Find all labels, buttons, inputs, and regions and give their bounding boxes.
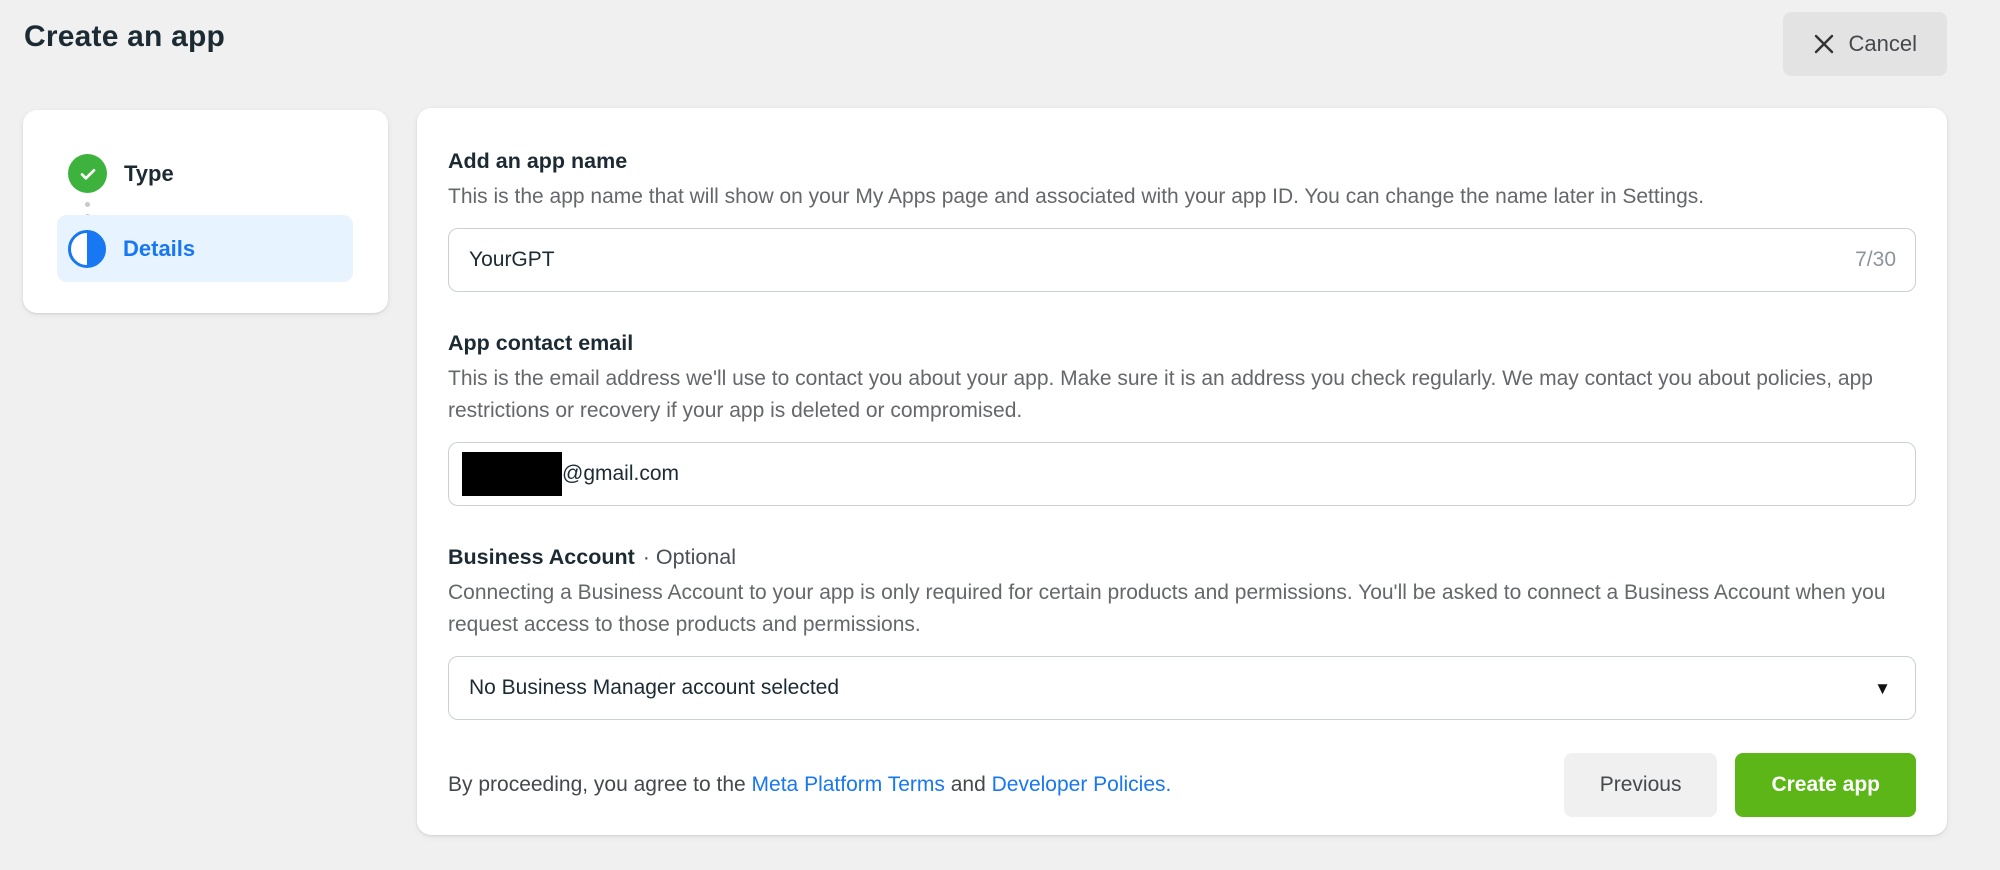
caret-down-icon: ▼ [1874, 678, 1891, 698]
half-filled-circle-icon [68, 229, 106, 268]
cancel-button-label: Cancel [1848, 31, 1917, 56]
app-name-description: This is the app name that will show on y… [448, 185, 1705, 208]
contact-email-description: This is the email address we'll use to c… [448, 367, 1873, 422]
app-name-label: Add an app name [448, 149, 628, 173]
details-form-card: Add an app name This is the app name tha… [417, 108, 1947, 835]
contact-email-domain: @gmail.com [562, 462, 680, 485]
redacted-email-local-part [462, 452, 562, 496]
step-type-label: Type [124, 160, 174, 186]
business-account-description: Connecting a Business Account to your ap… [448, 581, 1886, 636]
business-account-label: Business Account · Optional [448, 545, 736, 569]
contact-email-input[interactable]: @gmail.com [448, 442, 1916, 506]
developer-policies-link[interactable]: Developer Policies. [992, 773, 1172, 796]
step-details-label: Details [123, 235, 196, 261]
contact-email-label: App contact email [448, 331, 634, 355]
stepper-step-details[interactable]: Details [57, 215, 353, 282]
form-footer: By proceeding, you agree to the Meta Pla… [448, 753, 1916, 817]
page-title: Create an app [24, 20, 225, 53]
business-account-dropdown-value: No Business Manager account selected [469, 676, 840, 699]
app-name-input[interactable] [448, 228, 1916, 292]
stepper-step-type[interactable]: Type [68, 154, 174, 193]
previous-button[interactable]: Previous [1563, 753, 1718, 817]
terms-text: By proceeding, you agree to the Meta Pla… [448, 773, 1172, 796]
stepper-card: Type Details [23, 110, 388, 313]
check-circle-icon [68, 154, 107, 193]
close-icon [1813, 33, 1835, 55]
business-account-optional-tag: · Optional [642, 545, 736, 569]
create-app-button[interactable]: Create app [1735, 753, 1916, 817]
meta-platform-terms-link[interactable]: Meta Platform Terms [752, 773, 945, 796]
cancel-button[interactable]: Cancel [1782, 12, 1947, 76]
business-account-dropdown[interactable]: No Business Manager account selected ▼ [448, 656, 1916, 720]
